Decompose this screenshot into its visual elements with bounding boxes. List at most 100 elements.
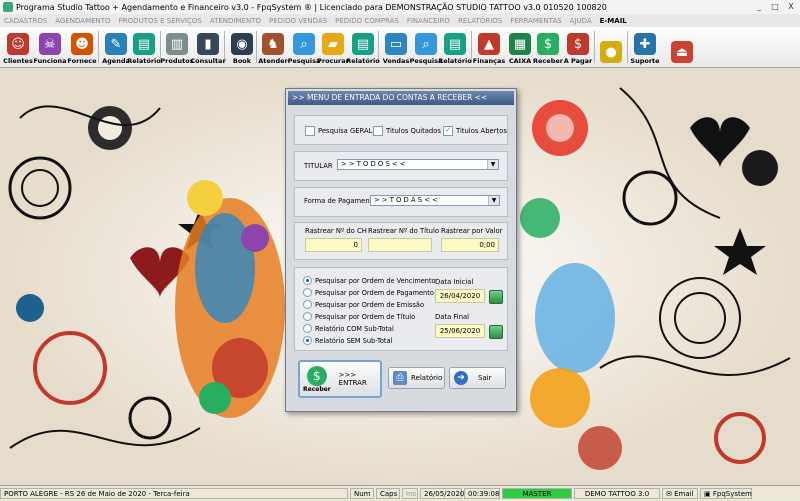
checkbox-titulos-quitados[interactable]: Titulos Quitados xyxy=(373,126,441,136)
menu-cadastros[interactable]: CADASTROS xyxy=(0,17,51,25)
radio-ordem-emissao[interactable]: Pesquisar por Ordem de Emissão xyxy=(303,300,424,309)
toolbar-button-consultar[interactable]: ▮ Consultar xyxy=(190,29,226,65)
toolbar-button-a-pagar[interactable]: $ A Pagar xyxy=(563,29,593,65)
toolbar-button-relat-rio[interactable]: ▤ Relatório xyxy=(127,29,161,65)
toolbar-button-fornece[interactable]: ☻ Fornece xyxy=(67,29,97,65)
entrar-label: >>> ENTRAR xyxy=(338,371,367,387)
menu-agendamento[interactable]: AGENDAMENTO xyxy=(51,17,114,25)
toolbar-button-exit[interactable]: ⏏ xyxy=(667,29,697,65)
menu-financeiro[interactable]: FINANCEIRO xyxy=(403,17,454,25)
exit-arrow-icon: ➜ xyxy=(454,371,468,385)
status-version: DEMO TATTOO 3.0 xyxy=(574,488,660,499)
menu-ajuda[interactable]: AJUDA xyxy=(566,17,596,25)
relatorio-button[interactable]: ⎙ Relatório xyxy=(388,367,445,389)
radio-dot[interactable] xyxy=(303,336,312,345)
chevron-down-icon[interactable]: ▼ xyxy=(488,196,499,205)
titular-select[interactable]: > > T O D O S < < ▼ xyxy=(337,159,499,170)
radio-com-subtotal[interactable]: Relatório COM Sub-Total xyxy=(303,324,394,333)
menu-produtos-servicos[interactable]: PRODUTOS E SERVIÇOS xyxy=(115,17,206,25)
entrar-button[interactable]: $ Receber >>> ENTRAR xyxy=(298,360,382,398)
menu-bar: CADASTROS AGENDAMENTO PRODUTOS E SERVIÇO… xyxy=(0,14,800,28)
toolbar-button-relat-rio[interactable]: ▤ Relatório xyxy=(438,29,472,65)
search-doc-icon: ⌕ xyxy=(415,33,437,55)
toolbar-button-label: A Pagar xyxy=(563,57,593,65)
rastrear-ch-input[interactable]: 0 xyxy=(305,238,362,252)
toolbar-button-suporte[interactable]: ✚ Suporte xyxy=(630,29,660,65)
checkbox-titulos-abertos[interactable]: ✓ Titulos Abertos xyxy=(443,126,507,136)
checkbox-pesquisa-geral[interactable]: Pesquisa GERAL xyxy=(305,126,372,136)
calendar-icon[interactable] xyxy=(489,290,503,304)
chevron-down-icon[interactable]: ▼ xyxy=(487,160,498,169)
checkbox-box[interactable]: ✓ xyxy=(443,126,453,136)
people-icon: ☺ xyxy=(7,33,29,55)
radio-dot[interactable] xyxy=(303,276,312,285)
checkbox-box[interactable] xyxy=(373,126,383,136)
app-icon xyxy=(3,2,13,12)
toolbar-button-pesquisa[interactable]: ⌕ Pesquisa xyxy=(410,29,442,65)
sair-label: Sair xyxy=(478,374,492,382)
toolbar-button-clientes[interactable]: ☺ Clientes xyxy=(3,29,33,65)
toolbar-button-label: Suporte xyxy=(630,57,660,65)
radio-label: Pesquisar por Ordem de Pagamento xyxy=(315,288,434,297)
radio-ordem-vencimento[interactable]: Pesquisar por Ordem de Vencimento xyxy=(303,276,436,285)
radio-sem-subtotal[interactable]: Relatório SEM Sub-Total xyxy=(303,336,392,345)
menu-ferramentas[interactable]: FERRAMENTAS xyxy=(506,17,565,25)
checkbox-box[interactable] xyxy=(305,126,315,136)
menu-atendimento[interactable]: ATENDIMENTO xyxy=(206,17,265,25)
radio-label: Relatório COM Sub-Total xyxy=(315,324,394,333)
calendar-icon[interactable] xyxy=(489,325,503,339)
toolbar-button-finan-as[interactable]: ▲ Finanças xyxy=(473,29,505,65)
radio-dot[interactable] xyxy=(303,324,312,333)
data-inicial-input[interactable]: 26/04/2020 xyxy=(435,289,485,303)
minimize-button[interactable]: _ xyxy=(752,1,766,12)
close-button[interactable]: X xyxy=(784,1,798,12)
radio-dot[interactable] xyxy=(303,300,312,309)
toolbar-button-produtos[interactable]: ▥ Produtos xyxy=(160,29,194,65)
forma-pagamento-select[interactable]: > > T O D A S < < ▼ xyxy=(370,195,500,206)
toolbar-button-pesquisa[interactable]: ⌕ Pesquisa xyxy=(287,29,321,65)
rastrear-titulo-input[interactable] xyxy=(368,238,432,252)
toolbar-separator xyxy=(594,31,595,63)
menu-pedido-vendas[interactable]: PEDIDO VENDAS xyxy=(265,17,331,25)
radio-dot[interactable] xyxy=(303,288,312,297)
report-icon: ▤ xyxy=(133,33,155,55)
toolbar-button-caixa[interactable]: ▦ CAIXA xyxy=(505,29,535,65)
radio-dot[interactable] xyxy=(303,312,312,321)
status-brand-label: FpqSystem xyxy=(712,490,752,498)
menu-pedido-compras[interactable]: PEDIDO COMPRAS xyxy=(331,17,403,25)
toolbar-button-atender[interactable]: ♞ Atender xyxy=(258,29,288,65)
toolbar-button-receber[interactable]: $ Receber xyxy=(533,29,563,65)
radio-ordem-pagamento[interactable]: Pesquisar por Ordem de Pagamento xyxy=(303,288,434,297)
rastrear-ch-label: Rastrear Nº do CH xyxy=(305,227,367,235)
sair-button[interactable]: ➜ Sair xyxy=(449,367,506,389)
data-final-label: Data Final xyxy=(435,313,470,321)
forma-pagamento-label: Forma de Pagamento xyxy=(304,197,377,205)
maximize-button[interactable]: □ xyxy=(768,1,782,12)
folder-icon: ▰ xyxy=(322,33,344,55)
filter-panel: Pesquisa GERAL Titulos Quitados ✓ Titulo… xyxy=(294,115,508,145)
radio-label: Pesquisar por Ordem de Vencimento xyxy=(315,276,436,285)
toolbar-button-procurar[interactable]: ▰ Procurar xyxy=(317,29,349,65)
menu-relatorios[interactable]: RELATÓRIOS xyxy=(454,17,506,25)
toolbar-button-funciona[interactable]: ☠ Funciona xyxy=(34,29,66,65)
skull-icon: ☠ xyxy=(39,33,61,55)
dollar-red-icon: $ xyxy=(567,33,589,55)
rastrear-valor-input[interactable]: 0,00 xyxy=(441,238,499,252)
toolbar-button-label: Pesquisa xyxy=(287,57,321,65)
window-controls: _ □ X xyxy=(752,1,798,12)
toolbar-button-relat-rio[interactable]: ▤ Relatório xyxy=(346,29,380,65)
printer-icon: ⎙ xyxy=(393,371,407,385)
toolbar-button-book[interactable]: ◉ Book xyxy=(227,29,257,65)
monitor-icon: ▭ xyxy=(385,33,407,55)
toolbar-button-vendas[interactable]: ▭ Vendas xyxy=(381,29,411,65)
rastrear-valor-label: Rastrear por Valor xyxy=(441,227,503,235)
menu-email[interactable]: E-MAIL xyxy=(596,17,631,25)
radio-ordem-titulo[interactable]: Pesquisar por Ordem de Título xyxy=(303,312,415,321)
status-email[interactable]: ✉ Email xyxy=(662,488,698,499)
contas-a-receber-dialog: >> MENU DE ENTRADA DO CONTAS A RECEBER <… xyxy=(285,88,517,412)
status-location-date: PORTO ALEGRE - RS 26 de Maio de 2020 - T… xyxy=(0,488,348,499)
data-final-input[interactable]: 25/06/2020 xyxy=(435,324,485,338)
report-icon: ▤ xyxy=(444,33,466,55)
toolbar-separator xyxy=(98,31,99,63)
toolbar-button-coins[interactable]: ● xyxy=(596,29,626,65)
